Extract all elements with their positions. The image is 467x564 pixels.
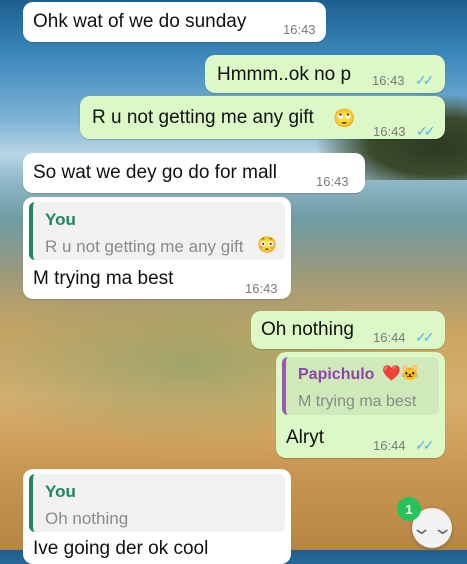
message-bubble-outgoing-reply[interactable]: Papichulo ❤️🐱 M trying ma best Alryt 16:… xyxy=(276,352,445,458)
message-time: 16:43 xyxy=(283,22,316,37)
read-ticks-icon: ✓✓ xyxy=(415,72,435,88)
message-text: Ive going der ok cool xyxy=(33,538,209,559)
message-text: Oh nothing xyxy=(261,319,354,340)
message-text: Hmmm..ok no p xyxy=(217,64,352,85)
read-ticks-icon: ✓✓ xyxy=(415,329,435,345)
chevron-down-icon: ⌄⌄ xyxy=(410,518,454,538)
message-text: Alryt xyxy=(286,427,324,448)
message-text: R u not getting me any gift xyxy=(92,107,314,128)
reply-text: Oh nothing xyxy=(45,509,129,528)
quoted-reply[interactable]: Papichulo ❤️🐱 M trying ma best xyxy=(282,357,439,415)
quoted-reply[interactable]: You Oh nothing xyxy=(29,474,285,532)
reply-author: Papichulo xyxy=(298,366,375,383)
heart-cat-emoji-icon: ❤️🐱 xyxy=(382,365,420,382)
message-bubble-outgoing[interactable]: Oh nothing 16:44 ✓✓ xyxy=(251,311,445,349)
message-text: So wat we dey go do for mall xyxy=(33,162,277,183)
message-bubble-incoming[interactable]: Ohk wat of we do sunday 16:43 xyxy=(23,2,326,42)
message-text: M trying ma best xyxy=(33,268,174,289)
message-bubble-incoming[interactable]: So wat we dey go do for mall 16:43 xyxy=(23,153,365,193)
message-time: 16:43 xyxy=(316,174,349,189)
message-bubble-outgoing[interactable]: R u not getting me any gift 🙄 16:43 ✓✓ xyxy=(80,96,445,139)
reply-text: M trying ma best xyxy=(298,393,417,410)
reply-author: You xyxy=(45,482,76,501)
message-time: 16:43 xyxy=(373,124,406,139)
message-text: Ohk wat of we do sunday xyxy=(33,11,247,32)
message-bubble-outgoing[interactable]: Hmmm..ok no p 16:43 ✓✓ xyxy=(205,55,445,93)
unread-count-badge: 1 xyxy=(397,497,421,521)
message-time: 16:44 xyxy=(373,438,406,453)
quoted-reply[interactable]: You R u not getting me any gift 😳 xyxy=(29,202,285,260)
message-time: 16:43 xyxy=(372,73,405,88)
read-ticks-icon: ✓✓ xyxy=(416,123,436,139)
reply-text: R u not getting me any gift xyxy=(45,237,244,256)
flushed-emoji-icon: 😳 xyxy=(257,237,277,254)
message-bubble-incoming-reply[interactable]: You R u not getting me any gift 😳 M tryi… xyxy=(23,197,291,299)
message-time: 16:43 xyxy=(245,281,278,296)
rolling-eyes-emoji-icon: 🙄 xyxy=(333,108,356,128)
message-time: 16:44 xyxy=(373,330,406,345)
read-ticks-icon: ✓✓ xyxy=(415,437,435,453)
reply-author: You xyxy=(45,210,76,229)
